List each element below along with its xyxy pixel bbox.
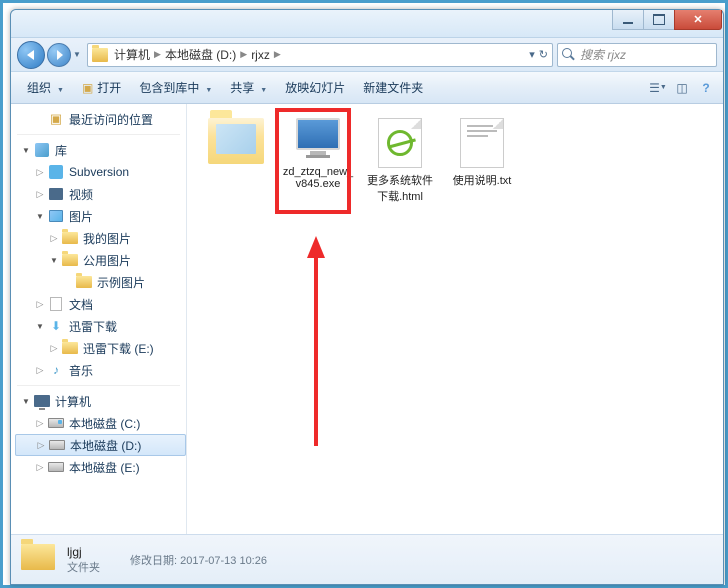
folder-icon [75,274,93,290]
address-dropdown-icon[interactable]: ▾ [529,48,535,61]
chevron-right-icon[interactable]: ▶ [274,49,281,60]
computer-icon [33,393,51,409]
include-in-library-menu[interactable]: 包含到库中 [131,75,220,100]
folder-icon [61,252,79,268]
thunder-icon: ⬇ [47,318,65,334]
help-button[interactable]: ? [697,79,715,97]
sidebar-item-recent[interactable]: ▣最近访问的位置 [15,108,186,130]
video-icon [47,186,65,202]
folder-icon [61,340,79,356]
open-icon: ▣ [82,81,93,95]
music-icon: ♪ [47,362,65,378]
sidebar-item-thunder-e[interactable]: 迅雷下载 (E:) [15,337,186,359]
breadcrumb: 本地磁盘 (D:)▶ [165,46,251,63]
organize-menu[interactable]: 组织 [19,75,72,100]
details-pane: ljgj 文件夹 修改日期: 2017-07-13 10:26 [11,534,723,584]
folder-icon [208,118,264,164]
file-item-txt[interactable]: 使用说明.txt [443,114,521,208]
address-bar[interactable]: 计算机▶ 本地磁盘 (D:)▶ rjxz▶ ▾ ↻ [87,43,553,67]
file-item-exe[interactable]: zd_ztzq_new_v845.exe [279,114,357,208]
breadcrumb: 计算机▶ [114,46,165,63]
file-label: 使用说明.txt [453,172,512,188]
search-input[interactable]: 搜索 rjxz [557,43,717,67]
txt-icon [460,118,504,168]
toolbar: 组织 ▣打开 包含到库中 共享 放映幻灯片 新建文件夹 ☰ ▼ ◫ ? [11,72,723,104]
file-item-html[interactable]: 更多系统软件下载.html [361,114,439,208]
drive-icon [47,415,65,431]
sidebar-item-my-pictures[interactable]: 我的图片 [15,227,186,249]
pictures-icon [47,208,65,224]
chevron-right-icon[interactable]: ▶ [154,49,161,60]
subversion-icon [47,164,65,180]
breadcrumb: rjxz▶ [251,48,285,62]
sidebar-item-drive-c[interactable]: 本地磁盘 (C:) [15,412,186,434]
explorer-window: 计算机▶ 本地磁盘 (D:)▶ rjxz▶ ▾ ↻ 搜索 rjxz 组织 ▣打开… [10,9,724,585]
recent-icon: ▣ [47,111,65,127]
minimize-button[interactable] [612,10,644,30]
details-thumbnail [21,544,57,576]
navigation-bar: 计算机▶ 本地磁盘 (D:)▶ rjxz▶ ▾ ↻ 搜索 rjxz [11,38,723,72]
details-modified-label: 修改日期: [130,555,177,567]
maximize-button[interactable] [643,10,675,30]
refresh-icon[interactable]: ↻ [539,48,548,61]
details-type: 文件夹 [67,559,100,575]
new-folder-button[interactable]: 新建文件夹 [355,75,431,100]
sidebar-item-pictures[interactable]: 图片 [15,205,186,227]
view-options-button[interactable]: ☰ ▼ [649,79,667,97]
sidebar-item-thunder[interactable]: ⬇迅雷下载 [15,315,186,337]
slideshow-button[interactable]: 放映幻灯片 [277,75,353,100]
sidebar-item-drive-e[interactable]: 本地磁盘 (E:) [15,456,186,478]
sidebar-item-sample-pictures[interactable]: 示例图片 [15,271,186,293]
titlebar [11,10,723,38]
html-icon [378,118,422,168]
folder-icon [92,48,108,62]
open-button[interactable]: ▣打开 [74,75,129,100]
sidebar-item-music[interactable]: ♪音乐 [15,359,186,381]
sidebar-item-videos[interactable]: 视频 [15,183,186,205]
libraries-icon [33,142,51,158]
forward-button[interactable] [47,43,71,67]
sidebar-item-drive-d[interactable]: 本地磁盘 (D:) [15,434,186,456]
file-list-pane[interactable]: zd_ztzq_new_v845.exe 更多系统软件下载.html 使用说明.… [187,104,723,534]
file-label: zd_ztzq_new_v845.exe [281,166,355,190]
close-button[interactable] [674,10,722,30]
exe-icon [294,118,342,162]
nav-history-dropdown[interactable] [71,45,83,65]
search-icon [562,48,576,62]
file-label: 更多系统软件下载.html [363,172,437,204]
details-name: ljgj [67,545,100,559]
sidebar-item-documents[interactable]: 文档 [15,293,186,315]
chevron-right-icon[interactable]: ▶ [240,49,247,60]
document-icon [47,296,65,312]
drive-icon [47,459,65,475]
preview-pane-button[interactable]: ◫ [673,79,691,97]
details-modified-date: 2017-07-13 10:26 [180,555,267,567]
folder-item[interactable] [197,114,275,208]
drive-icon [48,437,66,453]
back-button[interactable] [17,41,45,69]
annotation-arrow [305,236,327,446]
sidebar-item-public-pictures[interactable]: 公用图片 [15,249,186,271]
sidebar-item-libraries[interactable]: 库 [15,139,186,161]
navigation-pane: ▣最近访问的位置 库 Subversion 视频 图片 我的图片 公用图片 示例… [11,104,187,534]
share-menu[interactable]: 共享 [222,75,275,100]
folder-icon [61,230,79,246]
sidebar-item-subversion[interactable]: Subversion [15,161,186,183]
sidebar-item-computer[interactable]: 计算机 [15,390,186,412]
